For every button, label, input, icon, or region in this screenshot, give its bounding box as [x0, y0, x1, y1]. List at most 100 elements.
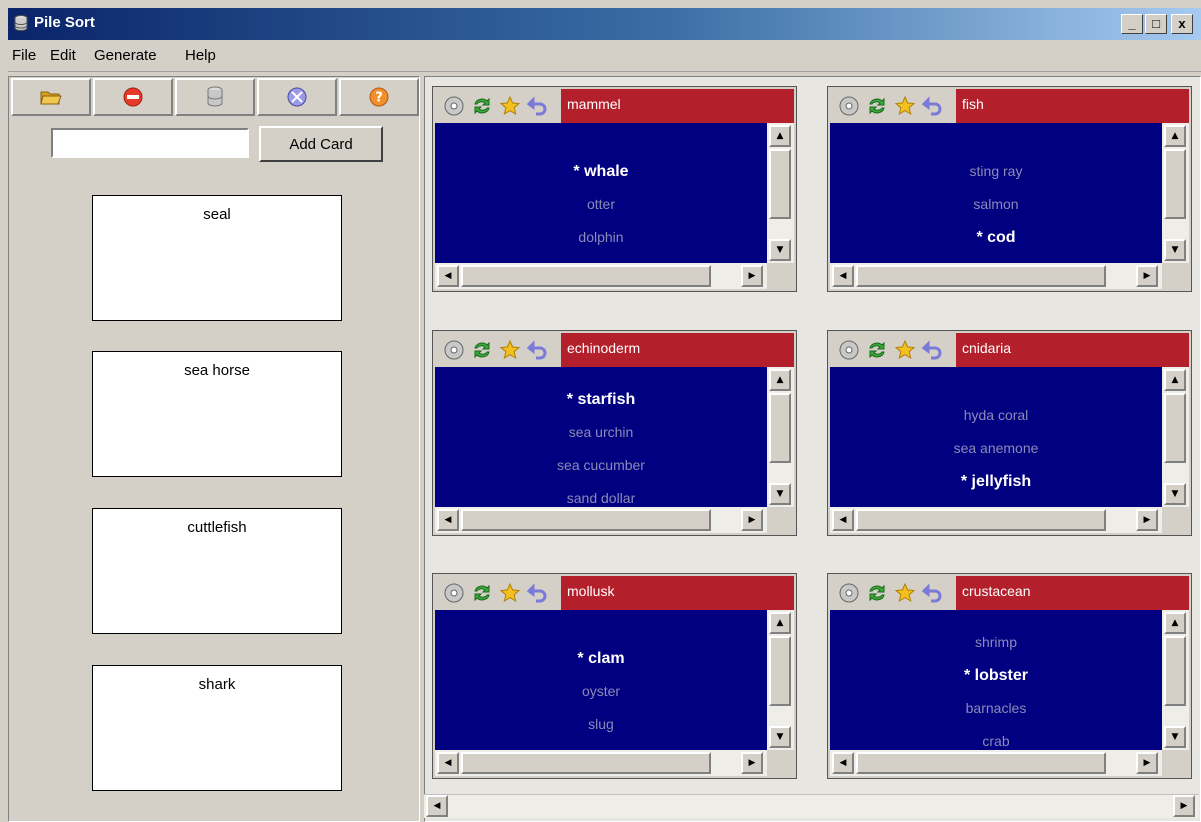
refresh-icon[interactable] [471, 582, 493, 604]
scroll-up-arrow-icon[interactable]: ▲ [1164, 612, 1186, 634]
scroll-thumb[interactable] [856, 752, 1106, 774]
refresh-icon[interactable] [866, 95, 888, 117]
pile-fish[interactable]: fish sting ray salmon * cod ▲ ▼ ◀ ▶ [827, 86, 1192, 292]
scroll-left-arrow-icon[interactable]: ◀ [437, 752, 459, 774]
pile-item[interactable]: otter [435, 196, 767, 212]
pile-item-list[interactable]: shrimp * lobster barnacles crab [830, 610, 1162, 750]
pile-item[interactable]: oyster [435, 683, 767, 699]
horizontal-scrollbar[interactable]: ◀ ▶ [830, 507, 1162, 533]
undo-icon[interactable] [527, 339, 549, 361]
vertical-scrollbar[interactable]: ▲ ▼ [1162, 610, 1189, 750]
pile-item-selected[interactable]: * clam [435, 650, 767, 668]
scroll-down-arrow-icon[interactable]: ▼ [769, 239, 791, 261]
vertical-scrollbar[interactable]: ▲ ▼ [1162, 123, 1189, 263]
pile-echinoderm[interactable]: echinoderm * starfish sea urchin sea cucum… [432, 330, 797, 536]
pile-item-selected[interactable]: * cod [830, 229, 1162, 247]
close-button[interactable]: x [1171, 14, 1193, 34]
pile-item[interactable]: barnacles [830, 700, 1162, 716]
horizontal-scrollbar[interactable]: ◀ ▶ [435, 507, 767, 533]
pile-item[interactable]: crab [830, 733, 1162, 749]
scroll-down-arrow-icon[interactable]: ▼ [769, 483, 791, 505]
pile-item-list[interactable]: sting ray salmon * cod [830, 123, 1162, 263]
pile-item-list[interactable]: hyda coral sea anemone * jellyfish [830, 367, 1162, 507]
pile-label[interactable]: cnidaria [956, 333, 1189, 367]
scroll-right-arrow-icon[interactable]: ▶ [1136, 265, 1158, 287]
scroll-up-arrow-icon[interactable]: ▲ [769, 612, 791, 634]
title-bar[interactable]: Pile Sort _ □ x [8, 8, 1201, 40]
add-card-button[interactable]: Add Card [259, 126, 383, 162]
pile-mammel[interactable]: mammel * whale otter dolphin ▲ ▼ ◀ ▶ [432, 86, 797, 292]
pile-item[interactable]: salmon [830, 196, 1162, 212]
cd-icon[interactable] [838, 582, 860, 604]
pile-item[interactable]: shrimp [830, 634, 1162, 650]
maximize-button[interactable]: □ [1145, 14, 1167, 34]
card-seal[interactable]: seal [92, 195, 342, 321]
pile-item[interactable]: sand dollar [435, 490, 767, 506]
scroll-down-arrow-icon[interactable]: ▼ [1164, 239, 1186, 261]
star-icon[interactable] [499, 339, 521, 361]
pile-item-selected[interactable]: * jellyfish [830, 473, 1162, 491]
pile-item[interactable]: sea urchin [435, 424, 767, 440]
scroll-thumb[interactable] [856, 509, 1106, 531]
undo-icon[interactable] [527, 582, 549, 604]
compass-button[interactable] [257, 78, 337, 116]
pile-item-selected[interactable]: * lobster [830, 667, 1162, 685]
cd-icon[interactable] [443, 95, 465, 117]
scroll-down-arrow-icon[interactable]: ▼ [769, 726, 791, 748]
pile-item[interactable]: sting ray [830, 163, 1162, 179]
menu-help[interactable]: Help [185, 47, 216, 64]
scroll-right-arrow-icon[interactable]: ▶ [1136, 752, 1158, 774]
star-icon[interactable] [894, 582, 916, 604]
scroll-thumb[interactable] [461, 752, 711, 774]
scroll-right-arrow-icon[interactable]: ▶ [741, 265, 763, 287]
horizontal-scrollbar[interactable]: ◀ ▶ [830, 750, 1162, 776]
pile-item-selected[interactable]: * whale [435, 163, 767, 181]
pile-mollusk[interactable]: mollusk * clam oyster slug ▲ ▼ ◀ ▶ [432, 573, 797, 779]
pile-cnidaria[interactable]: cnidaria hyda coral sea anemone * jellyfis… [827, 330, 1192, 536]
pile-label[interactable]: mollusk [561, 576, 794, 610]
database-button[interactable] [175, 78, 255, 116]
scroll-left-arrow-icon[interactable]: ◀ [437, 265, 459, 287]
open-button[interactable] [11, 78, 91, 116]
help-button[interactable]: ? [339, 78, 419, 116]
scroll-thumb[interactable] [1164, 636, 1186, 706]
star-icon[interactable] [894, 339, 916, 361]
scroll-thumb[interactable] [461, 265, 711, 287]
cd-icon[interactable] [443, 339, 465, 361]
scroll-down-arrow-icon[interactable]: ▼ [1164, 483, 1186, 505]
pile-item[interactable]: sea anemone [830, 440, 1162, 456]
card-sea-horse[interactable]: sea horse [92, 351, 342, 477]
scroll-down-arrow-icon[interactable]: ▼ [1164, 726, 1186, 748]
scroll-thumb[interactable] [769, 636, 791, 706]
vertical-scrollbar[interactable]: ▲ ▼ [767, 367, 794, 507]
star-icon[interactable] [499, 582, 521, 604]
card-name-input[interactable] [51, 128, 249, 158]
scroll-right-arrow-icon[interactable]: ▶ [741, 509, 763, 531]
pile-item-list[interactable]: * whale otter dolphin [435, 123, 767, 263]
delete-button[interactable] [93, 78, 173, 116]
scroll-thumb[interactable] [856, 265, 1106, 287]
cd-icon[interactable] [838, 339, 860, 361]
pile-label[interactable]: fish [956, 89, 1189, 123]
scroll-left-arrow-icon[interactable]: ◀ [832, 509, 854, 531]
scroll-up-arrow-icon[interactable]: ▲ [1164, 125, 1186, 147]
vertical-scrollbar[interactable]: ▲ ▼ [1162, 367, 1189, 507]
horizontal-scrollbar[interactable]: ◀ ▶ [435, 750, 767, 776]
pile-label[interactable]: crustacean [956, 576, 1189, 610]
undo-icon[interactable] [922, 582, 944, 604]
scroll-up-arrow-icon[interactable]: ▲ [769, 125, 791, 147]
card-cuttlefish[interactable]: cuttlefish [92, 508, 342, 634]
scroll-up-arrow-icon[interactable]: ▲ [769, 369, 791, 391]
scroll-left-arrow-icon[interactable]: ◀ [426, 795, 448, 817]
cd-icon[interactable] [838, 95, 860, 117]
pile-item-list[interactable]: * starfish sea urchin sea cucumber sand dol… [435, 367, 767, 507]
pile-item-list[interactable]: * clam oyster slug [435, 610, 767, 750]
undo-icon[interactable] [922, 339, 944, 361]
pile-item-selected[interactable]: * starfish [435, 391, 767, 409]
scroll-thumb[interactable] [1164, 149, 1186, 219]
scroll-up-arrow-icon[interactable]: ▲ [1164, 369, 1186, 391]
horizontal-scrollbar[interactable]: ◀ ▶ [435, 263, 767, 289]
card-shark[interactable]: shark [92, 665, 342, 791]
pile-crustacean[interactable]: crustacean shrimp * lobster barnacles crab … [827, 573, 1192, 779]
pile-item[interactable]: slug [435, 716, 767, 732]
